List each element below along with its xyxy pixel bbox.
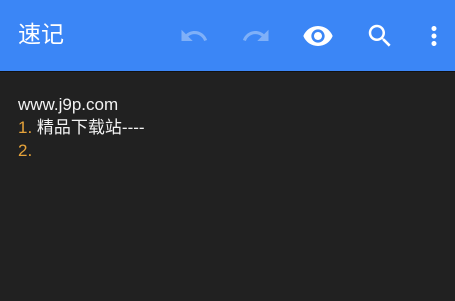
overflow-menu-button[interactable] bbox=[416, 17, 452, 55]
note-editor[interactable]: www.j9p.com 1. 精品下载站---- 2. bbox=[0, 72, 455, 301]
line-text: 精品下载站---- bbox=[32, 118, 145, 137]
line-text: www.j9p.com bbox=[18, 95, 119, 114]
list-number: 2. bbox=[18, 141, 33, 160]
undo-icon bbox=[179, 21, 209, 51]
app-bar: 速记 bbox=[0, 0, 455, 71]
redo-button[interactable] bbox=[237, 17, 275, 55]
editor-line: www.j9p.com bbox=[18, 93, 118, 116]
preview-button[interactable] bbox=[299, 17, 337, 55]
undo-button[interactable] bbox=[175, 17, 213, 55]
search-icon bbox=[365, 21, 395, 51]
search-button[interactable] bbox=[361, 17, 399, 55]
editor-line: 2. bbox=[18, 139, 32, 162]
more-vert-icon bbox=[419, 21, 449, 51]
redo-icon bbox=[241, 21, 271, 51]
list-number: 1. bbox=[18, 118, 33, 137]
editor-line: 1. 精品下载站---- bbox=[18, 116, 145, 139]
eye-icon bbox=[302, 20, 334, 52]
app-title: 速记 bbox=[18, 22, 64, 48]
